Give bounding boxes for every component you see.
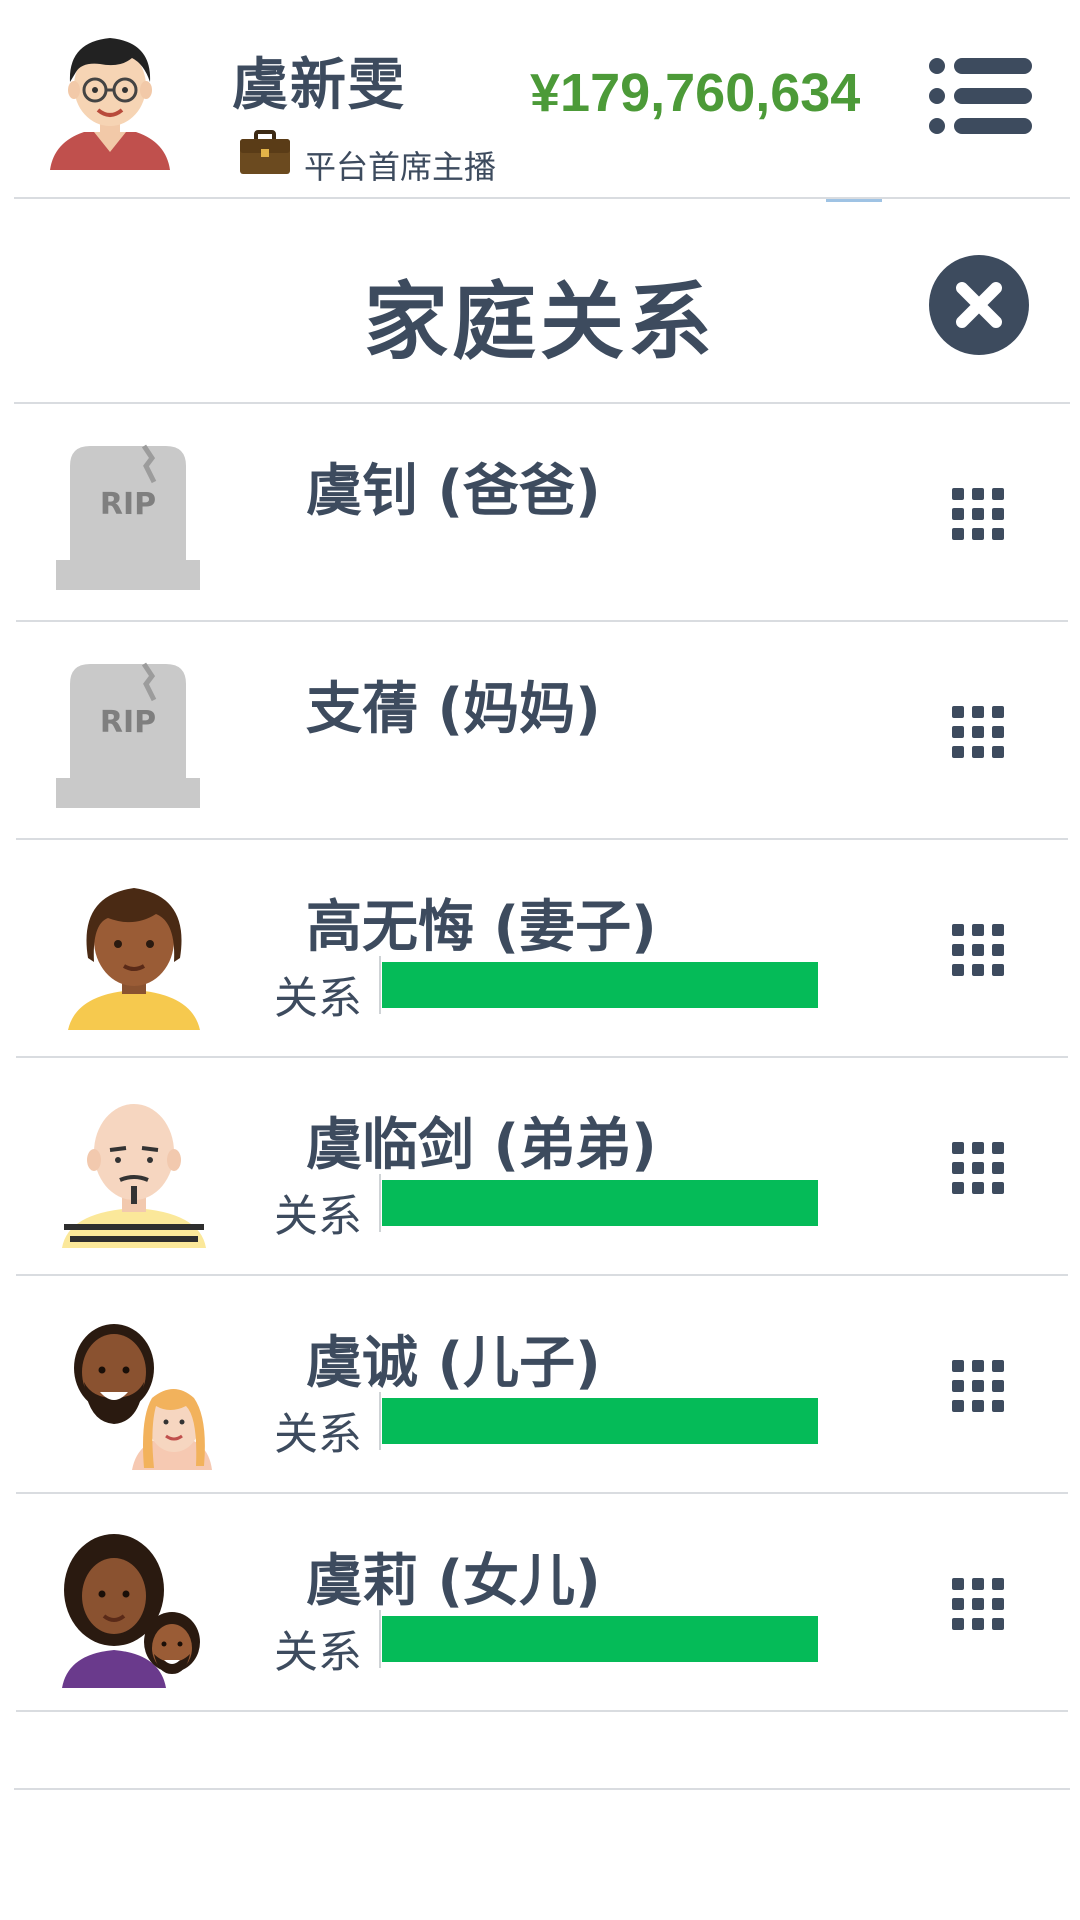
- header-bar: 虞新雯 平台首席主播 ¥179,760,634: [0, 0, 1080, 196]
- relation-bar-start: [379, 1610, 381, 1668]
- member-name: 支蒨 (妈妈): [306, 677, 601, 742]
- member-name: 虞莉 (女儿): [306, 1549, 601, 1614]
- relation-bar-fill: [382, 962, 818, 1008]
- grid-menu-icon[interactable]: [952, 924, 1004, 976]
- brother-avatar-icon: [62, 1104, 206, 1248]
- relation-bar-fill: [382, 1398, 818, 1444]
- svg-text:RIP: RIP: [100, 705, 156, 740]
- menu-list-icon[interactable]: [928, 56, 1032, 136]
- grid-menu-icon[interactable]: [952, 1360, 1004, 1412]
- family-row[interactable]: 高无悔 (妻子) 关系: [0, 840, 1080, 1056]
- relation-bar: [382, 1616, 818, 1662]
- wife-avatar-icon: [68, 888, 200, 1030]
- member-name: 高无悔 (妻子): [306, 895, 657, 960]
- bottom-divider: [14, 1788, 1070, 1790]
- grid-menu-icon[interactable]: [952, 1578, 1004, 1630]
- relation-bar-start: [379, 956, 381, 1014]
- briefcase-icon: [240, 130, 290, 174]
- close-icon[interactable]: [928, 254, 1030, 356]
- relation-bar-start: [379, 1392, 381, 1450]
- relation-bar: [382, 1398, 818, 1444]
- relation-bar-fill: [382, 1180, 818, 1226]
- grid-menu-icon[interactable]: [952, 488, 1004, 540]
- family-row[interactable]: 虞诚 (儿子) 关系: [0, 1276, 1080, 1492]
- family-row[interactable]: RIP 虞钊 (爸爸): [0, 404, 1080, 620]
- player-avatar-icon[interactable]: [40, 20, 180, 178]
- relation-label: 关系: [274, 973, 362, 1024]
- son-couple-avatar-icon: [74, 1324, 212, 1470]
- family-row[interactable]: 虞临剑 (弟弟) 关系: [0, 1058, 1080, 1274]
- player-title: 平台首席主播: [304, 148, 497, 186]
- tombstone-rip-icon: RIP: [56, 444, 200, 590]
- scroll-indicator: [826, 199, 882, 202]
- grid-menu-icon[interactable]: [952, 1142, 1004, 1194]
- header-divider: [14, 197, 1070, 199]
- family-row[interactable]: 虞莉 (女儿) 关系: [0, 1494, 1080, 1710]
- tombstone-rip-icon: RIP: [56, 662, 200, 808]
- relation-label: 关系: [274, 1627, 362, 1678]
- svg-text:RIP: RIP: [100, 487, 156, 522]
- panel-title: 家庭关系: [363, 273, 716, 371]
- player-name: 虞新雯: [232, 53, 406, 118]
- relation-bar-fill: [382, 1616, 818, 1662]
- relation-bar-start: [379, 1174, 381, 1232]
- money-balance: ¥179,760,634: [530, 63, 861, 123]
- relation-label: 关系: [274, 1191, 362, 1242]
- relation-bar: [382, 962, 818, 1008]
- relation-label: 关系: [274, 1409, 362, 1460]
- grid-menu-icon[interactable]: [952, 706, 1004, 758]
- member-name: 虞诚 (儿子): [306, 1331, 601, 1396]
- family-row[interactable]: RIP 支蒨 (妈妈): [0, 622, 1080, 838]
- row-divider: [16, 1710, 1068, 1712]
- member-name: 虞临剑 (弟弟): [306, 1113, 657, 1178]
- relation-bar: [382, 1180, 818, 1226]
- member-name: 虞钊 (爸爸): [306, 459, 601, 524]
- daughter-couple-avatar-icon: [62, 1534, 200, 1688]
